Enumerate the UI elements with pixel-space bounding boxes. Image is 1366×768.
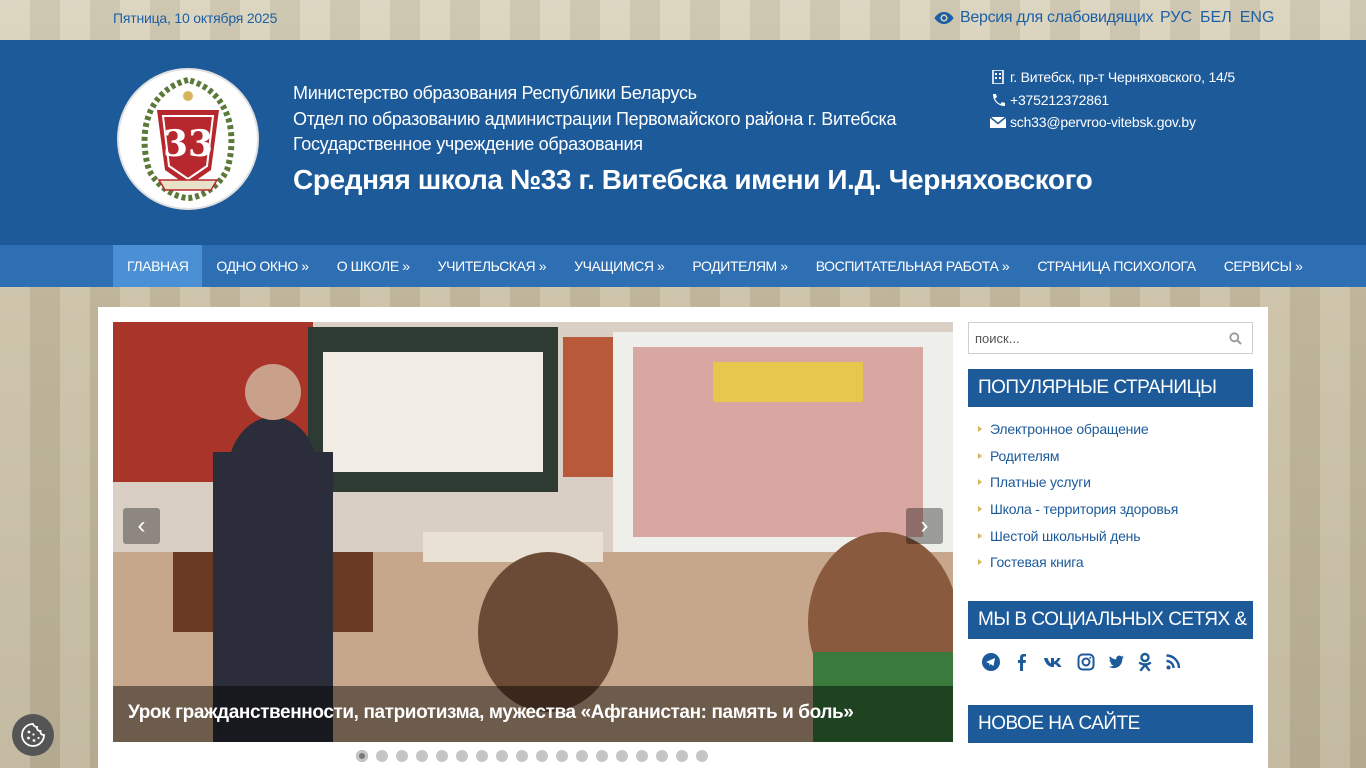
list-item[interactable]: Электронное обращение (978, 421, 1253, 448)
slide-caption[interactable]: Урок гражданственности, патриотизма, муж… (113, 686, 953, 742)
popular-pages-title: ПОПУЛЯРНЫЕ СТРАНИЦЫ (968, 369, 1253, 407)
slider-dot[interactable] (416, 750, 428, 762)
list-item[interactable]: Школа - территория здоровья (978, 501, 1253, 528)
bullet-icon (978, 559, 982, 566)
instagram-icon[interactable] (1077, 651, 1095, 673)
address-row: г. Витебск, пр-т Черняховского, 14/5 (990, 66, 1235, 89)
search-box (968, 322, 1253, 354)
slider-dot[interactable] (396, 750, 408, 762)
main-content: ‹ › Урок гражданственности, патриотизма,… (98, 307, 1268, 768)
bullet-icon (978, 532, 982, 539)
phone-icon (993, 93, 1005, 106)
bullet-icon (978, 506, 982, 513)
popular-pages-list: Электронное обращение Родителям Платные … (968, 407, 1253, 601)
slider-dot[interactable] (656, 750, 668, 762)
nav-item-parents[interactable]: РОДИТЕЛЯМ » (678, 245, 801, 287)
bullet-icon (978, 479, 982, 486)
ministry-line: Министерство образования Республики Бела… (293, 83, 697, 103)
phone-row: +375212372861 (990, 89, 1235, 112)
list-item[interactable]: Платные услуги (978, 474, 1253, 501)
lang-ru[interactable]: РУС (1160, 9, 1192, 27)
slider-dot[interactable] (476, 750, 488, 762)
contacts: г. Витебск, пр-т Черняховского, 14/5 +37… (990, 66, 1235, 134)
search-input[interactable] (969, 323, 1209, 353)
slider-next-button[interactable]: › (906, 508, 943, 544)
list-item-label: Платные услуги (990, 474, 1091, 491)
list-item-label: Школа - территория здоровья (990, 501, 1179, 518)
slider-dot[interactable] (536, 750, 548, 762)
institution-type-line: Государственное учреждение образования (293, 134, 643, 154)
slider-dot[interactable] (456, 750, 468, 762)
twitter-icon[interactable] (1107, 651, 1125, 673)
current-date: Пятница, 10 октября 2025 (113, 10, 278, 26)
impaired-version-link[interactable]: Версия для слабовидящих (934, 9, 1154, 27)
nav-item-psychologist[interactable]: СТРАНИЦА ПСИХОЛОГА (1023, 245, 1209, 287)
school-emblem-icon: 33 (122, 73, 254, 205)
odnoklassniki-icon[interactable] (1137, 651, 1153, 673)
slide-photo (113, 322, 953, 742)
vk-icon[interactable] (1043, 651, 1065, 673)
bullet-icon (978, 426, 982, 432)
site-header: 33 Министерство образования Республики Б… (0, 40, 1366, 245)
cookie-icon (21, 723, 45, 747)
email-text[interactable]: sch33@pervroo-vitebsk.gov.by (1010, 111, 1196, 134)
new-on-site-title: НОВОЕ НА САЙТЕ (968, 705, 1253, 744)
bullet-icon (978, 452, 982, 459)
lang-en[interactable]: ENG (1240, 9, 1275, 27)
school-title: Средняя школа №33 г. Витебска имени И.Д.… (293, 164, 1093, 195)
slider-dot[interactable] (596, 750, 608, 762)
rss-icon[interactable] (1165, 651, 1183, 673)
nav-item-services[interactable]: СЕРВИСЫ » (1210, 245, 1317, 287)
eye-icon (934, 12, 954, 24)
main-navigation: ГЛАВНАЯ ОДНО ОКНО » О ШКОЛЕ » УЧИТЕЛЬСКА… (0, 245, 1366, 287)
building-icon (992, 70, 1004, 85)
lang-be[interactable]: БЕЛ (1200, 9, 1232, 27)
organization-lines: Министерство образования Республики Бела… (293, 81, 896, 158)
list-item[interactable]: Родителям (978, 448, 1253, 475)
impaired-version-label: Версия для слабовидящих (960, 9, 1154, 26)
slider-dot[interactable] (696, 750, 708, 762)
email-row: sch33@pervroo-vitebsk.gov.by (990, 111, 1235, 134)
slider-dot[interactable] (636, 750, 648, 762)
slider-dot[interactable] (516, 750, 528, 762)
slider-dot[interactable] (576, 750, 588, 762)
top-bar: Пятница, 10 октября 2025 Версия для слаб… (0, 0, 1366, 40)
sidebar: ПОПУЛЯРНЫЕ СТРАНИЦЫ Электронное обращени… (968, 322, 1253, 744)
list-item[interactable]: Гостевая книга (978, 554, 1253, 581)
social-title: МЫ В СОЦИАЛЬНЫХ СЕТЯХ & RSS (968, 601, 1253, 668)
list-item-label: Родителям (990, 447, 1060, 464)
list-item-label: Гостевая книга (990, 554, 1084, 571)
slider-dot[interactable] (436, 750, 448, 762)
envelope-icon (990, 116, 1006, 129)
phone-text[interactable]: +375212372861 (1010, 89, 1109, 112)
nav-item-students[interactable]: УЧАЩИМСЯ » (560, 245, 678, 287)
nav-item-one-window[interactable]: ОДНО ОКНО » (202, 245, 322, 287)
nav-item-teachers[interactable]: УЧИТЕЛЬСКАЯ » (424, 245, 560, 287)
slider-prev-button[interactable]: ‹ (123, 508, 160, 544)
slider-dot[interactable] (676, 750, 688, 762)
school-logo[interactable]: 33 (117, 68, 259, 210)
facebook-icon[interactable] (1013, 651, 1031, 673)
svg-text:33: 33 (163, 123, 213, 165)
cookie-settings-button[interactable] (12, 714, 54, 756)
list-item[interactable]: Шестой школьный день (978, 528, 1253, 555)
nav-item-about[interactable]: О ШКОЛЕ » (323, 245, 424, 287)
nav-item-home[interactable]: ГЛАВНАЯ (113, 245, 203, 287)
list-item-label: Электронное обращение (990, 421, 1149, 437)
slider-dot[interactable] (356, 750, 368, 762)
news-slider[interactable]: ‹ › Урок гражданственности, патриотизма,… (113, 322, 953, 742)
slider-dot[interactable] (616, 750, 628, 762)
slider-dot[interactable] (376, 750, 388, 762)
address-text: г. Витебск, пр-т Черняховского, 14/5 (1010, 69, 1235, 85)
slider-dot[interactable] (556, 750, 568, 762)
telegram-icon[interactable] (981, 651, 1001, 673)
department-line: Отдел по образованию администрации Перво… (293, 108, 897, 129)
search-icon[interactable] (1229, 332, 1242, 345)
nav-item-upbringing[interactable]: ВОСПИТАТЕЛЬНАЯ РАБОТА » (802, 245, 1024, 287)
slider-dot[interactable] (496, 750, 508, 762)
slider-dots (356, 750, 708, 762)
language-switcher: РУС БЕЛ ENG (1160, 9, 1274, 27)
list-item-label: Шестой школьный день (990, 527, 1141, 544)
